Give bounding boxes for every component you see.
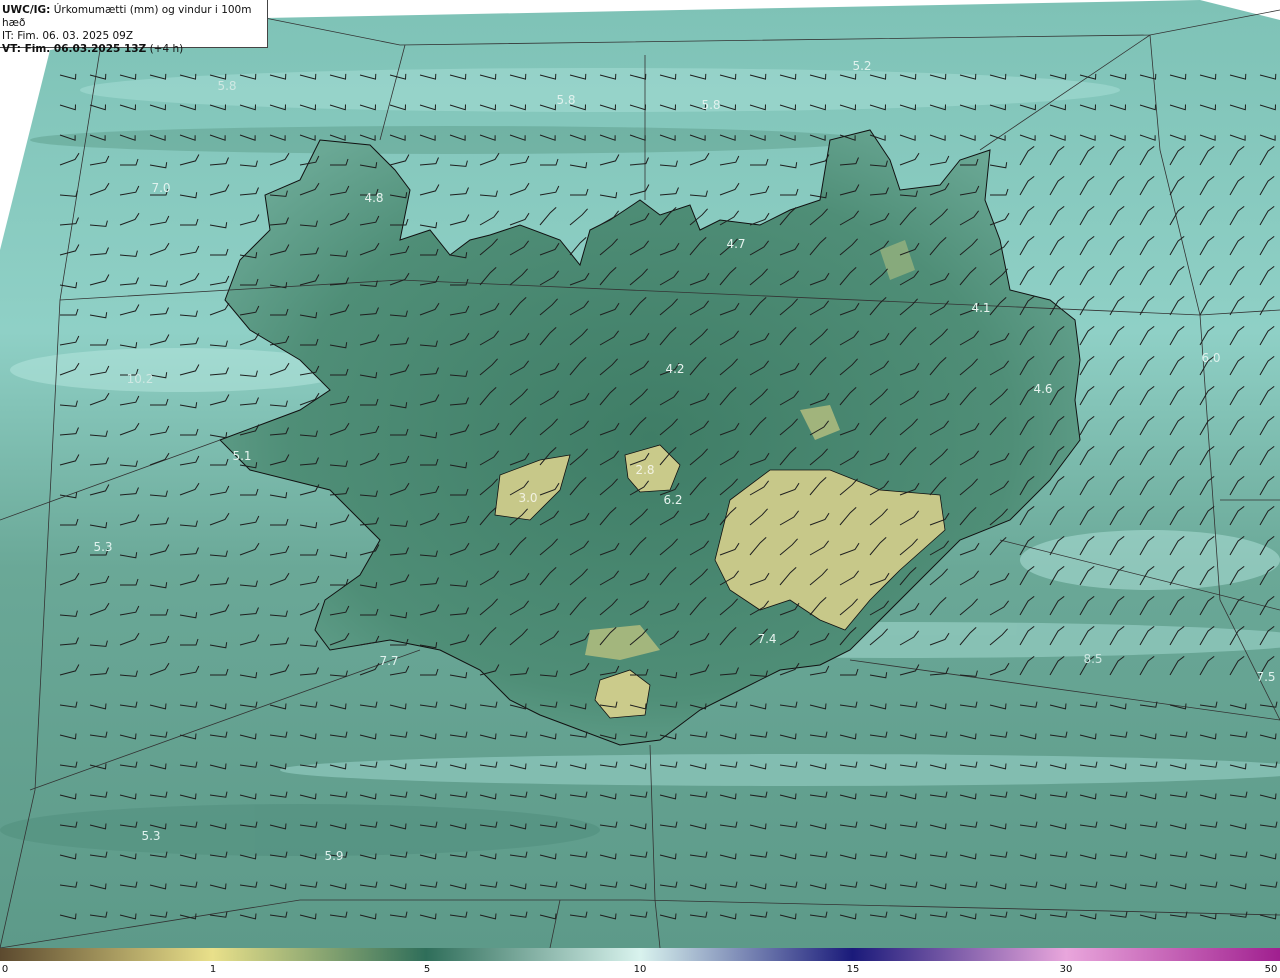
contour-value-label: 5.3 (141, 829, 160, 843)
colorbar-tick: 15 (846, 964, 860, 975)
valid-time: VT: Fim. 06.03.2025 13Z (2, 43, 147, 55)
contour-value-label: 5.8 (701, 98, 720, 112)
contour-value-label: 5.1 (232, 449, 251, 463)
contour-value-label: 7.0 (151, 181, 170, 195)
product-code: UWC/IG: (2, 4, 51, 16)
colorbar-tick: 0 (1, 964, 9, 975)
contour-value-label: 2.8 (635, 463, 654, 477)
contour-value-label: 4.1 (971, 301, 990, 315)
colorbar-tick: 30 (1059, 964, 1073, 975)
contour-value-label: 4.7 (726, 237, 745, 251)
colorbar-tick: 50 (1264, 964, 1278, 975)
map-title-box: UWC/IG: Úrkomumætti (mm) og vindur i 100… (0, 0, 268, 55)
valid-time-line: VT: Fim. 06.03.2025 13Z (+4 h) (2, 43, 265, 56)
valid-time-offset: (+4 h) (149, 43, 184, 55)
contour-value-label: 4.8 (364, 191, 383, 205)
contour-value-label: 6.0 (1201, 351, 1220, 365)
colorbar-tick: 1 (209, 964, 217, 975)
colorbar-tick: 5 (423, 964, 431, 975)
contour-value-label: 7.5 (1256, 670, 1275, 684)
contour-value-label: 5.8 (556, 93, 575, 107)
contour-value-label: 5.2 (852, 59, 871, 73)
contour-value-label: 6.2 (663, 493, 682, 507)
colorbar-legend: 0 1 5 10 15 30 50 (0, 948, 1280, 978)
contour-value-label: 4.2 (665, 362, 684, 376)
contour-value-label: 3.0 (518, 491, 537, 505)
map-canvas[interactable]: 5.2 5.8 5.8 5.8 7.0 4.8 4.7 4.1 6.0 4.6 4.2 2.8 3.0 6… (0, 0, 1280, 948)
contour-value-label: 10.2 (127, 372, 154, 386)
contour-value-label: 5.3 (93, 540, 112, 554)
contour-value-label: 5.8 (217, 79, 236, 93)
contour-value-label: 4.6 (1033, 382, 1052, 396)
contour-value-label: 7.4 (757, 632, 776, 646)
contour-value-label: 5.9 (324, 849, 343, 863)
weather-map-view: 5.2 5.8 5.8 5.8 7.0 4.8 4.7 4.1 6.0 4.6 4.2 2.8 3.0 6… (0, 0, 1280, 978)
contour-value-label: 8.5 (1083, 652, 1102, 666)
colorbar-tick: 10 (633, 964, 647, 975)
title-line: UWC/IG: Úrkomumætti (mm) og vindur i 100… (2, 4, 265, 30)
init-time: IT: Fim. 06. 03. 2025 09Z (2, 30, 134, 42)
contour-value-label: 7.7 (379, 654, 398, 668)
colorbar-strip (0, 948, 1280, 961)
